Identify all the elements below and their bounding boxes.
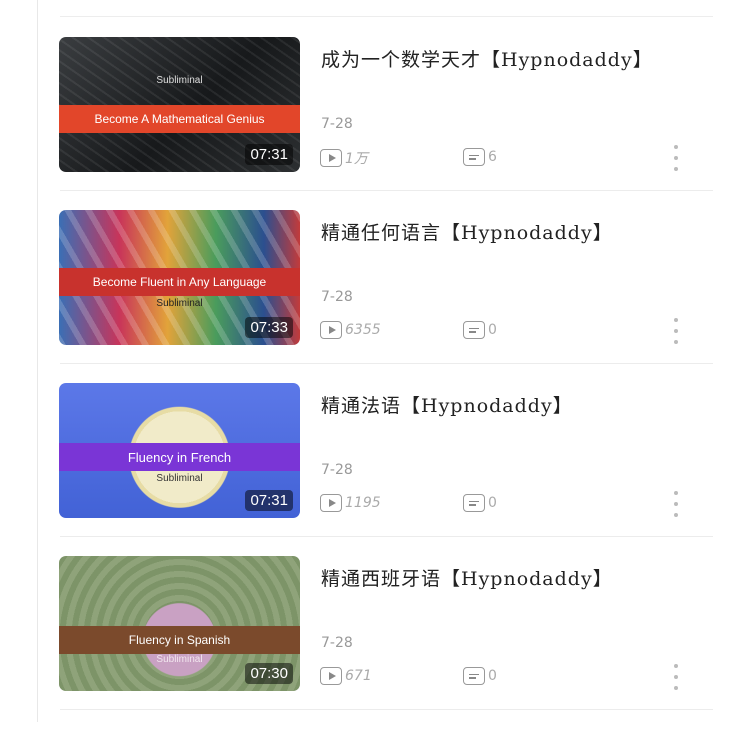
comment-count: 0 [463,321,497,339]
video-date: 7-28 [321,635,353,651]
comment-count-value: 0 [488,668,497,684]
video-thumbnail[interactable]: Become Fluent in Any Language Subliminal… [59,210,300,345]
video-title[interactable]: 精通任何语言【Hypnodaddy】 [321,215,651,251]
more-vertical-icon[interactable] [670,145,682,171]
more-vertical-icon[interactable] [670,491,682,517]
play-count-icon [320,149,342,167]
video-date: 7-28 [321,116,353,132]
video-list: Subliminal Become A Mathematical Genius … [0,18,750,710]
comment-count: 0 [463,667,497,685]
thumbnail-heading: Subliminal [156,75,203,86]
video-date: 7-28 [321,462,353,478]
thumbnail-caption: Fluency in Spanish [59,626,300,654]
thumbnail-caption: Become A Mathematical Genius [59,105,300,133]
video-item[interactable]: Fluency in French Subliminal 07:31 精通法语【… [0,364,750,537]
play-count-value: 1万 [345,151,368,167]
comment-count-value: 0 [488,322,497,338]
video-duration: 07:31 [245,144,293,165]
video-item[interactable]: Become Fluent in Any Language Subliminal… [0,191,750,364]
play-count-icon [320,321,342,339]
video-duration: 07:30 [245,663,293,684]
play-count-icon [320,494,342,512]
play-count-icon [320,667,342,685]
comment-count-value: 6 [488,149,497,165]
play-count: 671 [320,667,372,685]
comment-count-icon [463,667,485,685]
video-thumbnail[interactable]: Fluency in French Subliminal 07:31 [59,383,300,518]
play-count: 1万 [320,148,368,168]
item-divider [60,709,713,710]
thumbnail-caption: Fluency in French [59,443,300,471]
top-divider [60,16,713,17]
video-title[interactable]: 精通西班牙语【Hypnodaddy】 [321,561,651,597]
comment-count-value: 0 [488,495,497,511]
video-thumbnail[interactable]: Fluency in Spanish Subliminal 07:30 [59,556,300,691]
more-vertical-icon[interactable] [670,664,682,690]
video-title[interactable]: 成为一个数学天才【Hypnodaddy】 [321,42,652,78]
play-count: 6355 [320,321,381,339]
thumbnail-subtitle: Subliminal [156,473,203,484]
play-count-value: 671 [345,668,372,684]
video-duration: 07:33 [245,317,293,338]
comment-count-icon [463,148,485,166]
video-date: 7-28 [321,289,353,305]
video-duration: 07:31 [245,490,293,511]
comment-count-icon [463,321,485,339]
thumbnail-caption: Become Fluent in Any Language [59,268,300,296]
video-item[interactable]: Fluency in Spanish Subliminal 07:30 精通西班… [0,537,750,710]
play-count-value: 1195 [345,495,381,511]
comment-count-icon [463,494,485,512]
video-title[interactable]: 精通法语【Hypnodaddy】 [321,388,651,424]
play-count-value: 6355 [345,322,381,338]
more-vertical-icon[interactable] [670,318,682,344]
comment-count: 0 [463,494,497,512]
video-thumbnail[interactable]: Subliminal Become A Mathematical Genius … [59,37,300,172]
comment-count: 6 [463,148,497,166]
video-item[interactable]: Subliminal Become A Mathematical Genius … [0,18,750,191]
play-count: 1195 [320,494,381,512]
thumbnail-subtitle: Subliminal [156,298,203,309]
